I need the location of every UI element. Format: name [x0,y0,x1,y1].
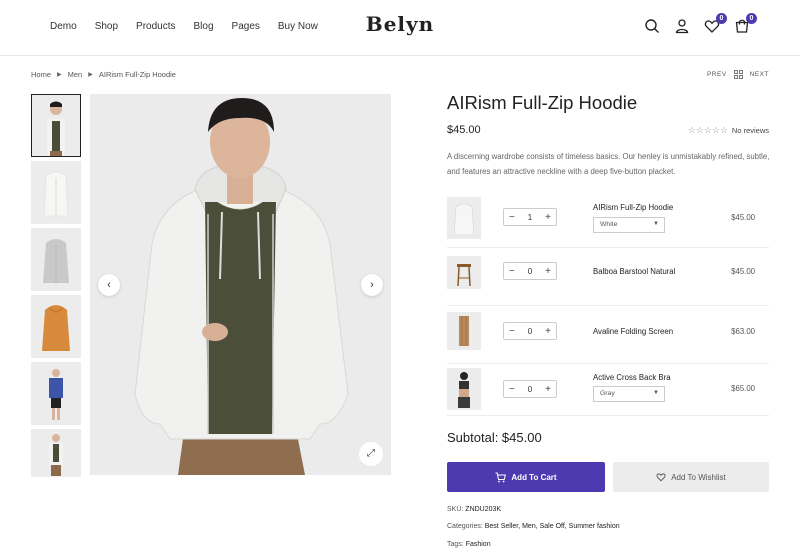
prev-image-button[interactable]: ‹ [98,274,120,296]
variant-value: White [600,221,618,228]
product-price: $45.00 [447,124,481,136]
sku-row: SKU: ZNDU203K [447,506,501,513]
minus-icon[interactable]: − [509,212,515,223]
product-name[interactable]: Avaline Folding Screen [593,327,673,336]
thumbnail-4[interactable] [31,295,81,358]
heart-icon[interactable]: 0 [704,13,727,34]
categories-row: Categories: Best Seller, Men, Sale Off, … [447,523,620,530]
add-to-cart-button[interactable]: Add To Cart [447,462,605,492]
next-image-button[interactable]: › [361,274,383,296]
prev-link[interactable]: PREV [707,71,727,78]
product-pager: PREV NEXT [707,70,769,79]
plus-icon[interactable]: + [545,266,551,277]
grouped-product-row: − 0 + Avaline Folding Screen $63.00 [447,306,769,364]
tags-value[interactable]: Fashion [466,541,491,548]
product-title: AIRism Full-Zip Hoodie [447,92,638,113]
cart-icon[interactable]: 0 [734,13,757,34]
subtotal: Subtotal: $45.00 [447,430,542,445]
minus-icon[interactable]: − [509,384,515,395]
product-name[interactable]: AIRism Full-Zip Hoodie [593,203,673,212]
variant-select[interactable]: Gray ▼ [593,386,665,402]
wishlist-count-badge: 0 [716,13,727,24]
product-price: $45.00 [731,267,755,276]
quantity-stepper[interactable]: − 0 + [503,262,557,280]
product-thumb[interactable] [447,256,481,289]
sku-value: ZNDU203K [465,506,502,513]
add-to-wishlist-label: Add To Wishlist [671,472,726,482]
quantity-value[interactable]: 0 [528,327,532,336]
star-rating-icon: ☆☆☆☆☆ [687,124,728,135]
user-icon[interactable] [674,18,690,34]
product-price: $63.00 [731,327,755,336]
product-name[interactable]: Active Cross Back Bra [593,373,671,382]
chevron-down-icon: ▼ [653,390,659,396]
grouped-product-row: − 1 + AIRism Full-Zip Hoodie White ▼ $45… [447,190,769,248]
thumbnail-2[interactable] [31,161,81,224]
product-thumb[interactable] [447,312,481,350]
search-icon[interactable] [644,18,660,34]
add-to-wishlist-button[interactable]: Add To Wishlist [613,462,769,492]
quantity-stepper[interactable]: − 1 + [503,208,557,226]
product-thumb[interactable] [447,197,481,239]
thumbnail-5[interactable] [31,362,81,425]
cart-count-badge: 0 [746,13,757,24]
tags-row: Tags: Fashion [447,541,491,548]
product-thumb[interactable] [447,368,481,410]
chevron-down-icon: ▼ [653,221,659,227]
header-actions: 0 0 [644,13,757,34]
thumbnail-1[interactable] [31,94,81,157]
plus-icon[interactable]: + [545,212,551,223]
breadcrumb: Home ▶ Men ▶ AIRism Full-Zip Hoodie [31,70,176,79]
site-header: Demo Shop Products Blog Pages Buy Now Be… [0,0,800,56]
quantity-value[interactable]: 0 [528,267,532,276]
variant-select[interactable]: White ▼ [593,217,665,233]
chevron-right-icon: ▶ [57,72,62,78]
minus-icon[interactable]: − [509,266,515,277]
sku-label: SKU: [447,506,464,513]
product-price: $65.00 [731,384,755,393]
product-description: A discerning wardrobe consists of timele… [447,152,770,176]
breadcrumb-men[interactable]: Men [68,70,83,79]
thumbnail-list [31,94,81,481]
review-summary[interactable]: ☆☆☆☆☆ No reviews [688,125,769,136]
grouped-product-row: − 0 + Active Cross Back Bra Gray ▼ $65.0… [447,364,769,416]
cart-icon [495,472,507,482]
reviews-label: No reviews [731,125,769,135]
plus-icon[interactable]: + [545,326,551,337]
expand-icon[interactable]: ⤢ [359,442,383,466]
breadcrumb-home[interactable]: Home [31,70,51,79]
model-illustration [90,94,391,475]
grouped-product-row: − 0 + Balboa Barstool Natural $45.00 [447,248,769,306]
quantity-value[interactable]: 1 [528,213,532,222]
plus-icon[interactable]: + [545,384,551,395]
tags-label: Tags: [447,541,464,548]
breadcrumb-current: AIRism Full-Zip Hoodie [98,70,176,79]
thumbnail-6[interactable] [31,429,81,477]
minus-icon[interactable]: − [509,326,515,337]
next-link[interactable]: NEXT [750,71,769,78]
heart-icon [656,473,666,482]
categories-value[interactable]: Best Seller, Men, Sale Off, Summer fashi… [485,523,620,530]
chevron-right-icon: ▶ [88,72,93,78]
add-to-cart-label: Add To Cart [511,472,557,482]
quantity-stepper[interactable]: − 0 + [503,322,557,340]
variant-value: Gray [600,390,615,397]
product-name[interactable]: Balboa Barstool Natural [593,267,675,276]
thumbnail-3[interactable] [31,228,81,291]
quantity-stepper[interactable]: − 0 + [503,380,557,398]
quantity-value[interactable]: 0 [528,385,532,394]
categories-label: Categories: [447,523,483,530]
main-product-image[interactable]: ‹ › ⤢ [90,94,391,475]
product-price: $45.00 [731,213,755,222]
grid-icon[interactable] [733,70,743,79]
product-info: AIRism Full-Zip Hoodie $45.00 ☆☆☆☆☆ No r… [447,92,769,179]
